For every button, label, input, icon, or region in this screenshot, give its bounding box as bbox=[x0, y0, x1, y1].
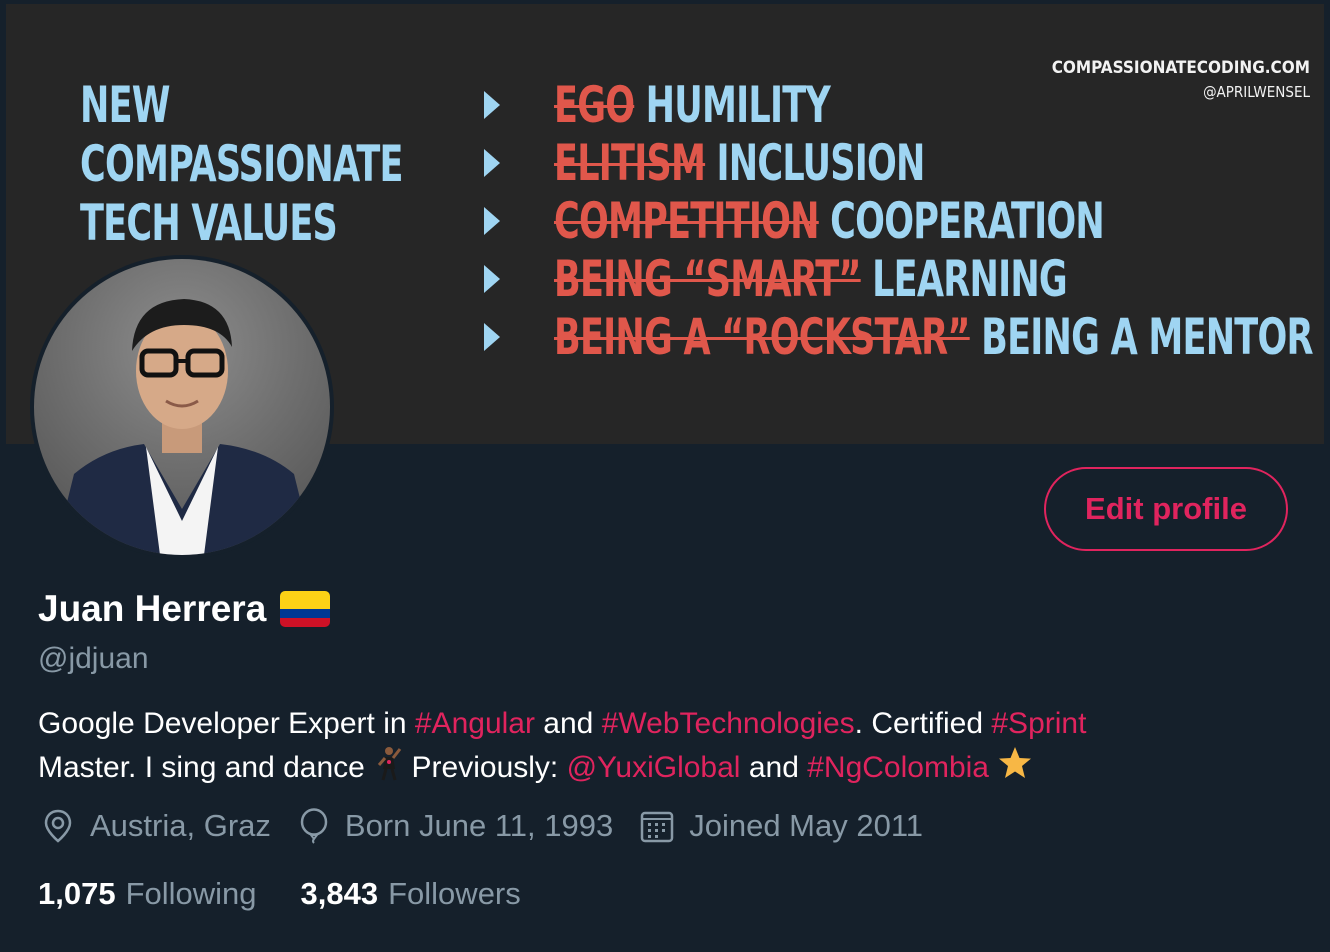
banner-value-row: BEING A “ROCKSTAR” BEING A MENTOR bbox=[476, 308, 1324, 366]
old-value: BEING A “ROCKSTAR” bbox=[554, 308, 970, 366]
balloon-icon bbox=[300, 808, 328, 844]
banner-value-row: EGO HUMILITY bbox=[476, 76, 1324, 134]
followers-link[interactable]: 3,843 Followers bbox=[301, 876, 521, 912]
profile-stats: 1,075 Following 3,843 Followers bbox=[38, 876, 565, 912]
arrow-right-icon bbox=[484, 323, 500, 351]
profile-handle: @jdjuan bbox=[38, 642, 149, 675]
new-value: HUMILITY bbox=[645, 76, 831, 134]
profile-name-row: Juan Herrera bbox=[38, 588, 331, 630]
old-value: EGO bbox=[554, 76, 635, 134]
hashtag-link[interactable]: #Sprint bbox=[991, 707, 1086, 740]
profile-joined: Joined May 2011 bbox=[639, 808, 923, 844]
following-count: 1,075 bbox=[38, 876, 116, 911]
hashtag-link[interactable]: #Angular bbox=[415, 707, 535, 740]
new-value: LEARNING bbox=[872, 250, 1068, 308]
old-value: ELITISM bbox=[554, 134, 706, 192]
edit-profile-button[interactable]: Edit profile bbox=[1044, 467, 1288, 551]
dancer-icon bbox=[373, 745, 403, 793]
old-value: BEING “SMART” bbox=[554, 250, 861, 308]
banner-value-row: ELITISM INCLUSION bbox=[476, 134, 1324, 192]
followers-label: Followers bbox=[388, 876, 521, 911]
profile-bio: Google Developer Expert in #Angular and … bbox=[38, 702, 1288, 793]
following-link[interactable]: 1,075 Following bbox=[38, 876, 257, 912]
avatar[interactable] bbox=[30, 255, 334, 559]
arrow-right-icon bbox=[484, 149, 500, 177]
arrow-right-icon bbox=[484, 265, 500, 293]
banner-headline-line: COMPASSIONATE bbox=[80, 135, 403, 193]
banner-values-list: EGO HUMILITY ELITISM INCLUSION COMPETITI… bbox=[476, 76, 1324, 366]
following-label: Following bbox=[125, 876, 257, 911]
new-value: COOPERATION bbox=[830, 192, 1105, 250]
banner-value-row: COMPETITION COOPERATION bbox=[476, 192, 1324, 250]
colombia-flag-icon bbox=[280, 591, 331, 627]
new-value: BEING A MENTOR bbox=[981, 308, 1313, 366]
arrow-right-icon bbox=[484, 207, 500, 235]
banner-value-row: BEING “SMART” LEARNING bbox=[476, 250, 1324, 308]
profile-location: Austria, Graz bbox=[40, 808, 271, 844]
hashtag-link[interactable]: #NgColombia bbox=[807, 751, 989, 784]
arrow-right-icon bbox=[484, 91, 500, 119]
calendar-icon bbox=[640, 811, 674, 843]
old-value: COMPETITION bbox=[554, 192, 820, 250]
hashtag-link[interactable]: #WebTechnologies bbox=[602, 707, 855, 740]
followers-count: 3,843 bbox=[300, 876, 379, 911]
banner-headline-line: NEW bbox=[80, 76, 171, 134]
banner-headline: NEW COMPASSIONATE TECH VALUES bbox=[80, 76, 494, 253]
profile-meta: Austria, Graz Born June 11, 1993 Joined … bbox=[40, 808, 949, 844]
profile-birthday: Born June 11, 1993 bbox=[297, 808, 613, 844]
person-photo-icon bbox=[54, 299, 314, 555]
new-value: INCLUSION bbox=[716, 134, 926, 192]
star-icon bbox=[997, 745, 1033, 793]
location-icon bbox=[44, 809, 72, 843]
avatar-photo bbox=[34, 259, 330, 555]
banner-headline-line: TECH VALUES bbox=[80, 194, 338, 252]
mention-link[interactable]: @YuxiGlobal bbox=[567, 751, 741, 784]
profile-name: Juan Herrera bbox=[38, 588, 267, 629]
